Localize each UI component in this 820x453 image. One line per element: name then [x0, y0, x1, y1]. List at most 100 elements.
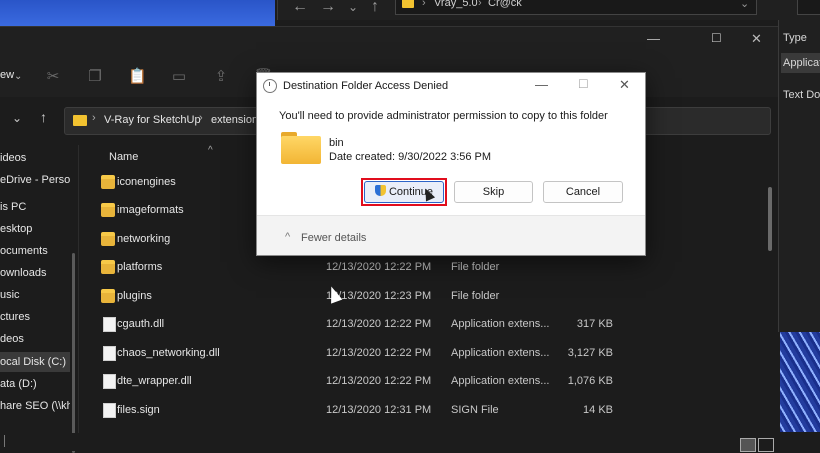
fewer-details-link[interactable]: Fewer details: [301, 232, 366, 244]
desktop-wallpaper: [0, 0, 275, 26]
folder-date: Date created: 9/30/2022 3:56 PM: [329, 151, 492, 163]
maximize-icon[interactable]: ☐: [711, 31, 722, 45]
close-icon[interactable]: ✕: [619, 77, 630, 93]
sidebar-item-music[interactable]: usic: [0, 285, 70, 305]
minimize-icon[interactable]: —: [647, 31, 660, 46]
close-icon[interactable]: ✕: [751, 31, 762, 47]
pane-divider: [78, 145, 79, 435]
chevron-down-icon[interactable]: ⌄: [14, 71, 22, 82]
skip-button[interactable]: Skip: [454, 181, 533, 203]
sidebar-item-pictures[interactable]: ctures: [0, 307, 70, 327]
rename-icon[interactable]: ▭: [170, 67, 188, 85]
file-name: files.sign: [117, 404, 160, 416]
up-arrow-icon[interactable]: ↑: [371, 0, 379, 16]
sidebar-item-this-pc[interactable]: is PC: [0, 197, 70, 217]
sidebar-item-documents[interactable]: ocuments: [0, 241, 70, 261]
cancel-button[interactable]: Cancel: [543, 181, 623, 203]
dll-file-icon: [103, 374, 116, 389]
folder-icon: [73, 115, 87, 126]
dll-file-icon: [103, 317, 116, 332]
list-item[interactable]: Applicat: [781, 53, 820, 73]
file-size: 3,127 KB: [567, 347, 613, 359]
background-details-panel: Type Applicat Text Do: [778, 20, 820, 332]
access-denied-dialog: Destination Folder Access Denied — ☐ ✕ Y…: [256, 72, 646, 256]
dll-file-icon: [103, 346, 116, 361]
navigation-pane: ideos eDrive - Person is PC esktop ocume…: [0, 145, 75, 435]
minimize-icon[interactable]: —: [535, 77, 548, 92]
red-highlight-box: [361, 178, 447, 206]
sidebar-item-network-share[interactable]: hare SEO (\\kha: [0, 396, 70, 416]
folder-icon: [101, 232, 115, 246]
file-date: 12/13/2020 12:22 PM: [326, 347, 432, 359]
breadcrumb-item[interactable]: Cr@ck: [488, 0, 522, 9]
back-arrow-icon[interactable]: ←: [292, 0, 308, 16]
sidebar-item-videos-2[interactable]: deos: [0, 329, 70, 349]
file-type: Application extens...: [451, 347, 550, 359]
sidebar-item-desktop[interactable]: esktop: [0, 219, 70, 239]
status-divider: [4, 435, 5, 447]
background-search-box[interactable]: [797, 0, 820, 15]
file-size: 14 KB: [583, 404, 613, 416]
cut-icon[interactable]: ✂: [44, 67, 62, 85]
breadcrumb-chevron-icon: ›: [422, 0, 426, 9]
file-name: imageformats: [117, 204, 184, 216]
table-row[interactable]: chaos_networking.dll 12/13/2020 12:22 PM…: [95, 340, 765, 368]
folder-name: bin: [329, 137, 344, 149]
breadcrumb-item[interactable]: Vray_5.0: [434, 0, 478, 9]
status-bar: [0, 433, 778, 452]
folder-icon: [101, 260, 115, 274]
breadcrumb-item[interactable]: V-Ray for SketchUp: [104, 114, 201, 126]
chevron-down-icon[interactable]: ⌄: [12, 111, 22, 125]
background-address-bar[interactable]: › Vray_5.0 › Cr@ck ⌄: [395, 0, 757, 15]
sidebar-item-onedrive[interactable]: eDrive - Person: [0, 170, 70, 190]
sidebar-item-videos[interactable]: ideos: [0, 148, 70, 168]
folder-icon: [101, 203, 115, 217]
new-menu-label[interactable]: ew: [0, 69, 14, 81]
file-name: plugins: [117, 290, 152, 302]
breadcrumb-item[interactable]: extension: [211, 114, 258, 126]
title-bar[interactable]: — ☐ ✕: [0, 27, 778, 57]
dialog-message: You'll need to provide administrator per…: [279, 110, 608, 122]
forward-arrow-icon[interactable]: →: [320, 0, 336, 16]
file-type: Application extens...: [451, 375, 550, 387]
file-name: iconengines: [117, 176, 176, 188]
column-header-name[interactable]: Name: [109, 151, 138, 163]
folder-icon: [101, 289, 115, 303]
column-header-type[interactable]: Type: [783, 32, 807, 44]
sidebar-item-local-disk[interactable]: ocal Disk (C:): [0, 352, 70, 372]
copy-icon[interactable]: ❐: [86, 67, 104, 85]
chevron-down-icon[interactable]: ⌄: [348, 0, 358, 14]
file-name: platforms: [117, 261, 163, 273]
folder-icon: [402, 0, 414, 8]
dialog-title: Destination Folder Access Denied: [283, 80, 449, 92]
chevron-up-icon[interactable]: ^: [285, 231, 290, 243]
share-icon[interactable]: ⇪: [212, 67, 230, 85]
paste-icon[interactable]: 📋: [128, 67, 147, 85]
sidebar-item-downloads[interactable]: ownloads: [0, 263, 70, 283]
sidebar-scrollbar[interactable]: [72, 253, 75, 453]
chevron-down-icon[interactable]: ⌄: [740, 0, 749, 10]
file-date: 12/13/2020 12:22 PM: [326, 261, 432, 273]
file-type: File folder: [451, 290, 500, 302]
table-row[interactable]: plugins 12/13/2020 12:23 PM File folder: [95, 283, 765, 311]
table-row[interactable]: dte_wrapper.dll 12/13/2020 12:22 PM Appl…: [95, 368, 765, 396]
file-size: 1,076 KB: [567, 375, 613, 387]
file-list-scrollbar[interactable]: [768, 187, 772, 251]
table-row[interactable]: files.sign 12/13/2020 12:31 PM SIGN File…: [95, 397, 765, 425]
file-type: SIGN File: [451, 404, 499, 416]
file-name: chaos_networking.dll: [117, 347, 220, 359]
dialog-app-icon: [263, 79, 277, 93]
breadcrumb-chevron-icon: ›: [92, 112, 96, 124]
up-arrow-icon[interactable]: ↑: [40, 109, 47, 125]
list-item[interactable]: Text Do: [783, 89, 820, 101]
table-row[interactable]: platforms 12/13/2020 12:22 PM File folde…: [95, 254, 765, 282]
file-name: dte_wrapper.dll: [117, 375, 192, 387]
file-date: 12/13/2020 12:23 PM: [326, 290, 432, 302]
breadcrumb-chevron-icon: ›: [199, 112, 203, 124]
breadcrumb-chevron-icon: ›: [478, 0, 482, 9]
desktop-wallpaper-corner: [780, 332, 820, 432]
folder-icon: [101, 175, 115, 189]
sidebar-item-data-drive[interactable]: ata (D:): [0, 374, 70, 394]
table-row[interactable]: cgauth.dll 12/13/2020 12:22 PM Applicati…: [95, 311, 765, 339]
file-date: 12/13/2020 12:22 PM: [326, 375, 432, 387]
